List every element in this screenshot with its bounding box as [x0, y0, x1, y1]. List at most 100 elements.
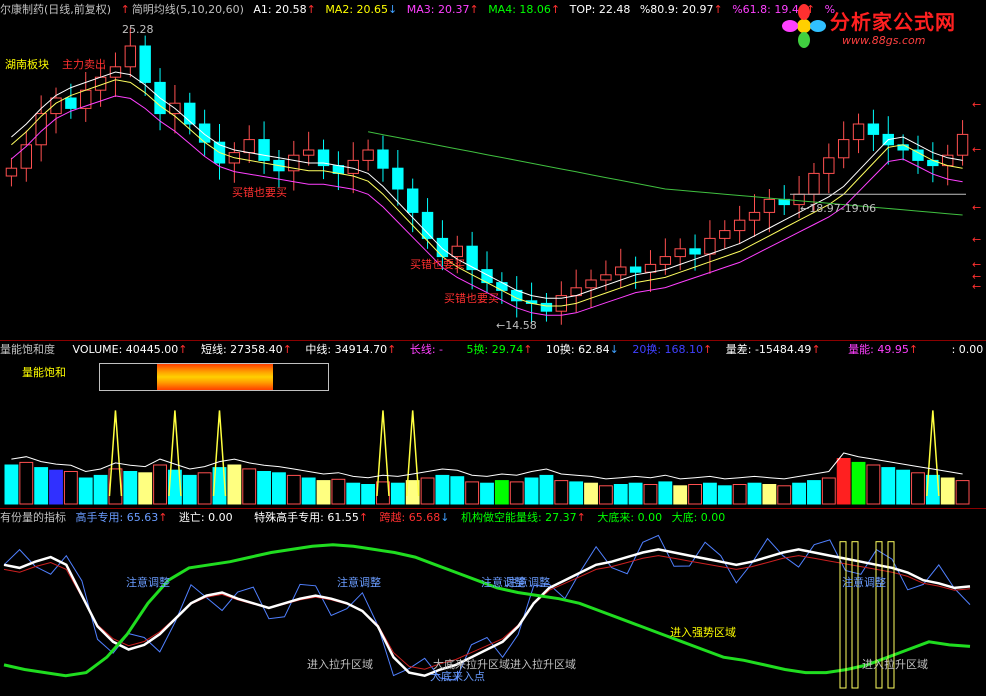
- osc-pane-header: 有份量的指标 高手专用: 65.63 ↑ 逃亡: 0.00 特殊高手专用: 61.…: [0, 510, 731, 526]
- expert-value: 高手专用: 65.63: [75, 511, 159, 524]
- volume-bar: [63, 471, 78, 505]
- volume-bar: [494, 480, 509, 505]
- volume-bar: [613, 484, 628, 505]
- candle-body: [392, 167, 404, 190]
- volume-bar: [896, 469, 911, 505]
- osc-pane-title: 有份量的指标: [0, 511, 66, 524]
- volume-bar: [821, 477, 836, 505]
- ma3-value: MA3: 20.37: [406, 3, 470, 16]
- pct809-value: %80.9: 20.97: [639, 3, 714, 16]
- volume-bar: [346, 482, 361, 505]
- volume-bar: [524, 477, 539, 505]
- volume-bar: [717, 485, 732, 505]
- candle-body: [659, 256, 672, 265]
- volume-bar: [732, 484, 747, 505]
- volume-chart: [4, 410, 970, 505]
- indicator-name: 简明均线(5,10,20,60): [131, 3, 244, 16]
- candle-body: [956, 133, 969, 156]
- candle-body: [466, 245, 478, 271]
- candle-body: [748, 211, 761, 221]
- buy-label: 买错也要买: [232, 186, 287, 199]
- volume-bar: [420, 477, 435, 505]
- saturation-label: 量能饱和: [22, 366, 66, 379]
- down-arrow-icon: ↓: [609, 343, 619, 356]
- volume-bar: [153, 464, 167, 505]
- volume-bar: [390, 482, 405, 505]
- up-arrow-icon: ↑: [713, 3, 723, 16]
- volume-bar: [435, 474, 450, 505]
- candle-body: [377, 149, 389, 169]
- candle-body: [20, 144, 32, 169]
- buy-label: 买错也要买: [444, 292, 499, 305]
- tail-value: : 0.00: [951, 343, 984, 356]
- volume-bar: [49, 469, 63, 505]
- candle-body: [852, 123, 865, 141]
- up-arrow-icon: ↑: [178, 343, 188, 356]
- bottom-come-value: 大底来: 0.00: [597, 511, 663, 524]
- candle-body: [704, 237, 716, 255]
- up-arrow-icon: ↑: [550, 3, 561, 16]
- high-price-label: 25.28: [122, 23, 154, 36]
- volume-bar: [34, 467, 49, 505]
- left-arrow-icon: ←: [972, 98, 981, 111]
- buy-label: 买错也要买: [410, 258, 465, 271]
- volume-bar: [628, 482, 643, 505]
- volume-bar: [584, 482, 598, 505]
- volume-bar: [197, 472, 212, 505]
- annotation-label: 进入拉升区域: [862, 658, 928, 671]
- volume-bar: [747, 482, 762, 505]
- left-arrow-icon: ←: [972, 201, 981, 214]
- mid-line-value: 中线: 34914.70: [305, 343, 388, 356]
- volume-bar: [911, 472, 925, 505]
- up-arrow-icon: ↑: [703, 343, 713, 356]
- volume-bar: [688, 484, 702, 505]
- candle-body: [421, 211, 434, 239]
- long-line-value: 长线: -: [409, 343, 443, 356]
- escape-value: 逃亡: 0.00: [178, 511, 233, 524]
- volume-bar: [673, 485, 688, 505]
- volume-bar: [182, 474, 197, 505]
- down-arrow-icon: ↓: [388, 3, 398, 16]
- h5-value: 5换: 29.74: [466, 343, 524, 356]
- volume-bar: [272, 472, 286, 505]
- volume-bar: [19, 461, 34, 505]
- candle-body: [823, 157, 835, 174]
- volume-bar: [316, 480, 331, 505]
- candle-body: [362, 149, 374, 161]
- cross-value: 跨越: 65.68: [379, 511, 441, 524]
- energy-value: 量能: 49.95: [848, 343, 909, 356]
- volume-bar: [866, 464, 881, 505]
- special-value: 特殊高手专用: 61.55: [254, 511, 359, 524]
- candle-body: [615, 266, 627, 276]
- up-arrow-icon: ↑: [306, 3, 316, 16]
- signal-line: [3, 555, 971, 670]
- pane-divider: [0, 508, 986, 509]
- candle-body: [332, 165, 345, 174]
- candle-body: [5, 167, 18, 177]
- annotation-label: 注意调整: [506, 576, 550, 589]
- up-arrow-icon: ↑: [282, 343, 292, 356]
- annotation-label: 大底来入点: [430, 670, 485, 683]
- volume-bar: [138, 472, 153, 505]
- main-pane-header: 尔康制药(日线,前复权) ↑ 简明均线(5,10,20,60) A1: 20.58…: [0, 2, 841, 18]
- volume-bar: [465, 481, 480, 505]
- range-label: ←18.97-19.06: [800, 202, 877, 215]
- volume-bar: [881, 467, 896, 505]
- up-arrow-icon: ↑: [358, 511, 369, 524]
- pane-divider: [0, 340, 986, 341]
- volume-bar: [361, 484, 376, 505]
- up-arrow-icon: ↑: [120, 3, 130, 16]
- candle-body: [719, 230, 731, 239]
- volume-bar: [331, 478, 346, 505]
- candle-body: [837, 139, 850, 159]
- saturation-gauge: [99, 363, 329, 391]
- short-line-value: 短线: 27358.40: [200, 343, 283, 356]
- volume-bar: [762, 484, 777, 505]
- saturation-fill: [157, 364, 274, 390]
- candle-body: [302, 149, 315, 156]
- candle-body: [65, 97, 77, 109]
- candle-body: [139, 45, 151, 83]
- volume-bar: [242, 468, 257, 505]
- sell-label: 主力卖出: [62, 58, 106, 71]
- volume-bar: [480, 482, 494, 505]
